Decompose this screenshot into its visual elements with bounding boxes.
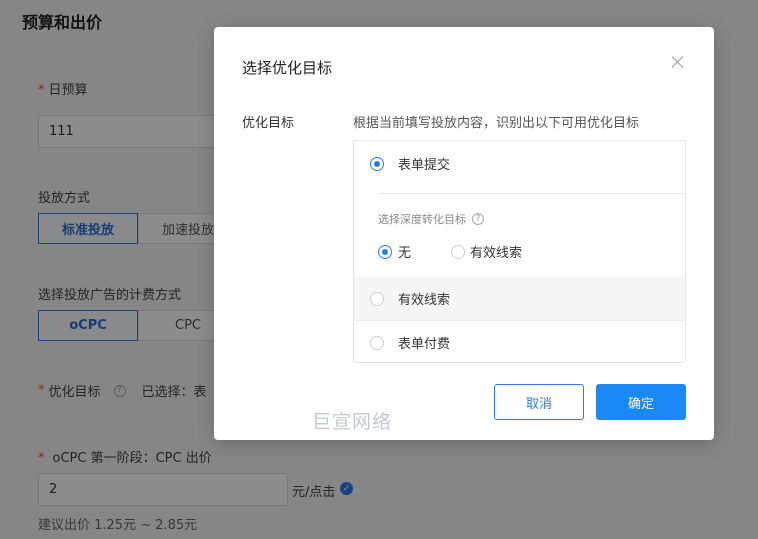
option-form-submit[interactable]: 表单提交 (354, 141, 685, 186)
radio-checked-icon[interactable] (370, 156, 384, 171)
confirm-button[interactable]: 确定 (596, 384, 686, 420)
optimization-target-dialog: 选择优化目标 优化目标 根据当前填写投放内容，识别出以下可用优化目标 表单提交 … (214, 27, 714, 440)
watermark: 巨宣网络 (312, 411, 393, 433)
dialog-title: 选择优化目标 (242, 59, 333, 77)
optimization-field-label: 优化目标 (242, 116, 295, 131)
radio-unchecked-icon[interactable] (370, 291, 384, 306)
option-form-payment[interactable]: 表单付费 (354, 321, 685, 362)
deep-option-valid-lead[interactable]: 有效线索 (451, 242, 522, 261)
deep-option-none[interactable]: 无 (378, 242, 411, 261)
deep-conversion-title: 选择深度转化目标 ? (378, 211, 484, 227)
divider (378, 193, 685, 194)
optimization-hint: 根据当前填写投放内容，识别出以下可用优化目标 (353, 116, 640, 131)
option-valid-lead[interactable]: 有效线索 (354, 277, 685, 320)
help-icon[interactable]: ? (472, 213, 484, 225)
radio-checked-icon[interactable] (378, 244, 392, 259)
optimization-options-panel: 表单提交 选择深度转化目标 ? 无 有效线索 有效线索 表单付费 (353, 140, 686, 363)
radio-unchecked-icon[interactable] (451, 244, 465, 259)
close-icon[interactable] (670, 54, 686, 70)
radio-unchecked-icon[interactable] (370, 335, 384, 350)
cancel-button[interactable]: 取消 (494, 384, 584, 420)
